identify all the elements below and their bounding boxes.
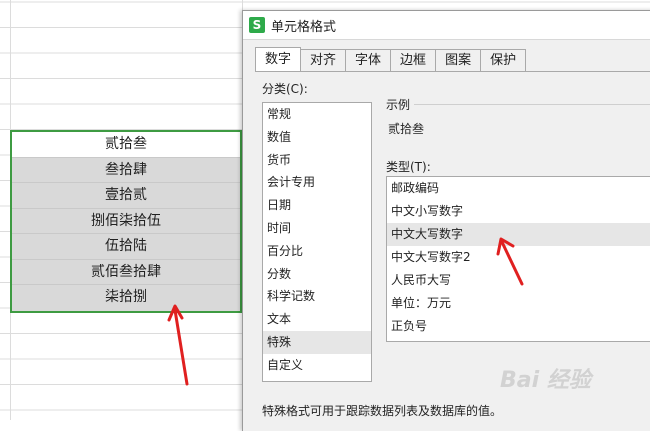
red-arrow-annotation — [167, 304, 189, 386]
list-item[interactable]: 常规 — [263, 103, 371, 126]
tab-protection[interactable]: 保护 — [480, 49, 527, 71]
type-label: 类型(T): — [386, 160, 431, 174]
list-item[interactable]: 自定义 — [263, 354, 371, 377]
list-item[interactable]: 时间 — [263, 217, 371, 240]
description-text: 特殊格式可用于跟踪数据列表及数据库的值。 — [262, 404, 503, 418]
cell[interactable]: 贰佰叁拾肆 — [12, 259, 240, 285]
tab-number[interactable]: 数字 — [255, 47, 302, 71]
sample-groupbox — [386, 104, 650, 151]
cell[interactable]: 贰拾叁 — [12, 132, 240, 158]
tab-border[interactable]: 边框 — [390, 49, 437, 71]
list-item[interactable]: 会计专用 — [263, 171, 371, 194]
cell[interactable]: 伍拾陆 — [12, 234, 240, 260]
list-item[interactable]: 日期 — [263, 194, 371, 217]
cell[interactable]: 叁拾肆 — [12, 157, 240, 183]
cell[interactable]: 柒拾捌 — [12, 285, 240, 311]
dialog-tabs: 数字 对齐 字体 边框 图案 保护 — [255, 47, 527, 71]
list-item[interactable]: 科学记数 — [263, 285, 371, 308]
list-item-selected[interactable]: 特殊 — [263, 330, 371, 354]
red-arrow-annotation — [496, 237, 524, 286]
tab-font[interactable]: 字体 — [345, 49, 392, 71]
tab-alignment[interactable]: 对齐 — [300, 49, 347, 71]
category-list[interactable]: 常规 数值 货币 会计专用 日期 时间 百分比 分数 科学记数 文本 特殊 自定… — [262, 102, 372, 382]
list-item[interactable]: 文本 — [263, 308, 371, 331]
list-item[interactable]: 单位：万元 — [387, 292, 650, 315]
list-item[interactable]: 货币 — [263, 149, 371, 172]
selected-cell-range[interactable]: 贰拾叁 叁拾肆 壹拾贰 捌佰柒拾伍 伍拾陆 贰佰叁拾肆 柒拾捌 — [10, 130, 242, 313]
tab-underline — [255, 71, 650, 72]
sample-value: 贰拾叁 — [388, 122, 425, 136]
list-item[interactable]: 中文小写数字 — [387, 200, 650, 223]
list-item[interactable]: 百分比 — [263, 240, 371, 263]
cell[interactable]: 壹拾贰 — [12, 183, 240, 209]
watermark: Bai 经验 — [500, 368, 591, 393]
app-icon: S — [249, 17, 265, 33]
tab-pattern[interactable]: 图案 — [435, 49, 482, 71]
list-item[interactable]: 邮政编码 — [387, 177, 650, 200]
list-item[interactable]: 分数 — [263, 263, 371, 286]
list-item[interactable]: 数值 — [263, 126, 371, 149]
dialog-title: 单元格格式 — [271, 19, 337, 35]
category-label: 分类(C): — [262, 82, 308, 96]
sample-label: 示例 — [386, 96, 415, 113]
list-item[interactable]: 正负号 — [387, 315, 650, 338]
cell[interactable]: 捌佰柒拾伍 — [12, 208, 240, 234]
dialog-titlebar[interactable]: S 单元格格式 — [243, 11, 650, 40]
